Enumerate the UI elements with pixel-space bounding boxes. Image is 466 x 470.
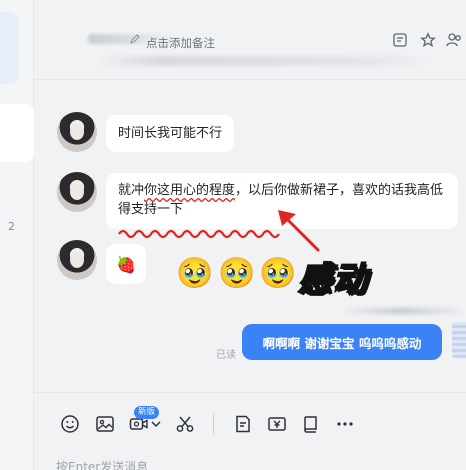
note-icon[interactable] (233, 414, 253, 434)
conversation-list: 2 (0, 0, 34, 470)
contact-avatar[interactable] (57, 112, 97, 152)
conversation-item[interactable] (0, 120, 18, 154)
blurred-timestamp (340, 308, 466, 314)
list-icon[interactable] (392, 32, 408, 48)
highlighted-phrase: 你这用心的程度 (144, 183, 236, 198)
conversation-item-selected[interactable] (0, 12, 18, 84)
contact-info-blurred (94, 56, 434, 66)
book-icon[interactable] (301, 414, 321, 434)
money-icon[interactable] (267, 414, 287, 434)
image-icon[interactable] (95, 414, 115, 434)
remark-link[interactable]: 点击添加备注 (146, 35, 215, 51)
edit-icon[interactable] (130, 34, 140, 44)
crying-face-emoji: 🥹 (259, 256, 297, 291)
my-message-bubble: 啊啊啊 谢谢宝宝 呜呜呜感动 (242, 324, 442, 360)
crying-face-emoji: 🥹 (176, 256, 214, 291)
chat-header: 点击添加备注 (34, 0, 466, 80)
message-text-start: 就冲 (118, 183, 145, 198)
more-icon[interactable] (335, 414, 355, 434)
star-icon[interactable] (420, 32, 436, 48)
emoji-icon[interactable] (60, 414, 80, 434)
message-text: 时间长我可能不行 (118, 126, 223, 141)
read-status: 已读 (216, 350, 236, 361)
message-input-placeholder[interactable]: 按Enter发送消息 (56, 458, 148, 470)
scissors-icon[interactable] (175, 414, 195, 434)
annotation-wavy-underline (118, 229, 280, 239)
sticker: 🍓 (116, 254, 136, 274)
people-icon[interactable] (446, 32, 462, 48)
toolbar-divider (213, 414, 214, 434)
overlay-caption: 感动 (297, 259, 368, 301)
chevron-down-icon[interactable] (150, 414, 162, 434)
crying-face-emoji: 🥹 (218, 256, 256, 291)
message-bubble: 时间长我可能不行 (106, 115, 235, 152)
unread-count: 2 (8, 220, 15, 233)
my-message-text: 啊啊啊 谢谢宝宝 呜呜呜感动 (262, 335, 422, 351)
annotation-arrow-icon (278, 210, 320, 252)
my-avatar[interactable] (452, 322, 466, 358)
sticker-bubble: 🍓 (106, 244, 146, 284)
contact-avatar[interactable] (57, 172, 97, 212)
contact-avatar[interactable] (57, 240, 97, 280)
